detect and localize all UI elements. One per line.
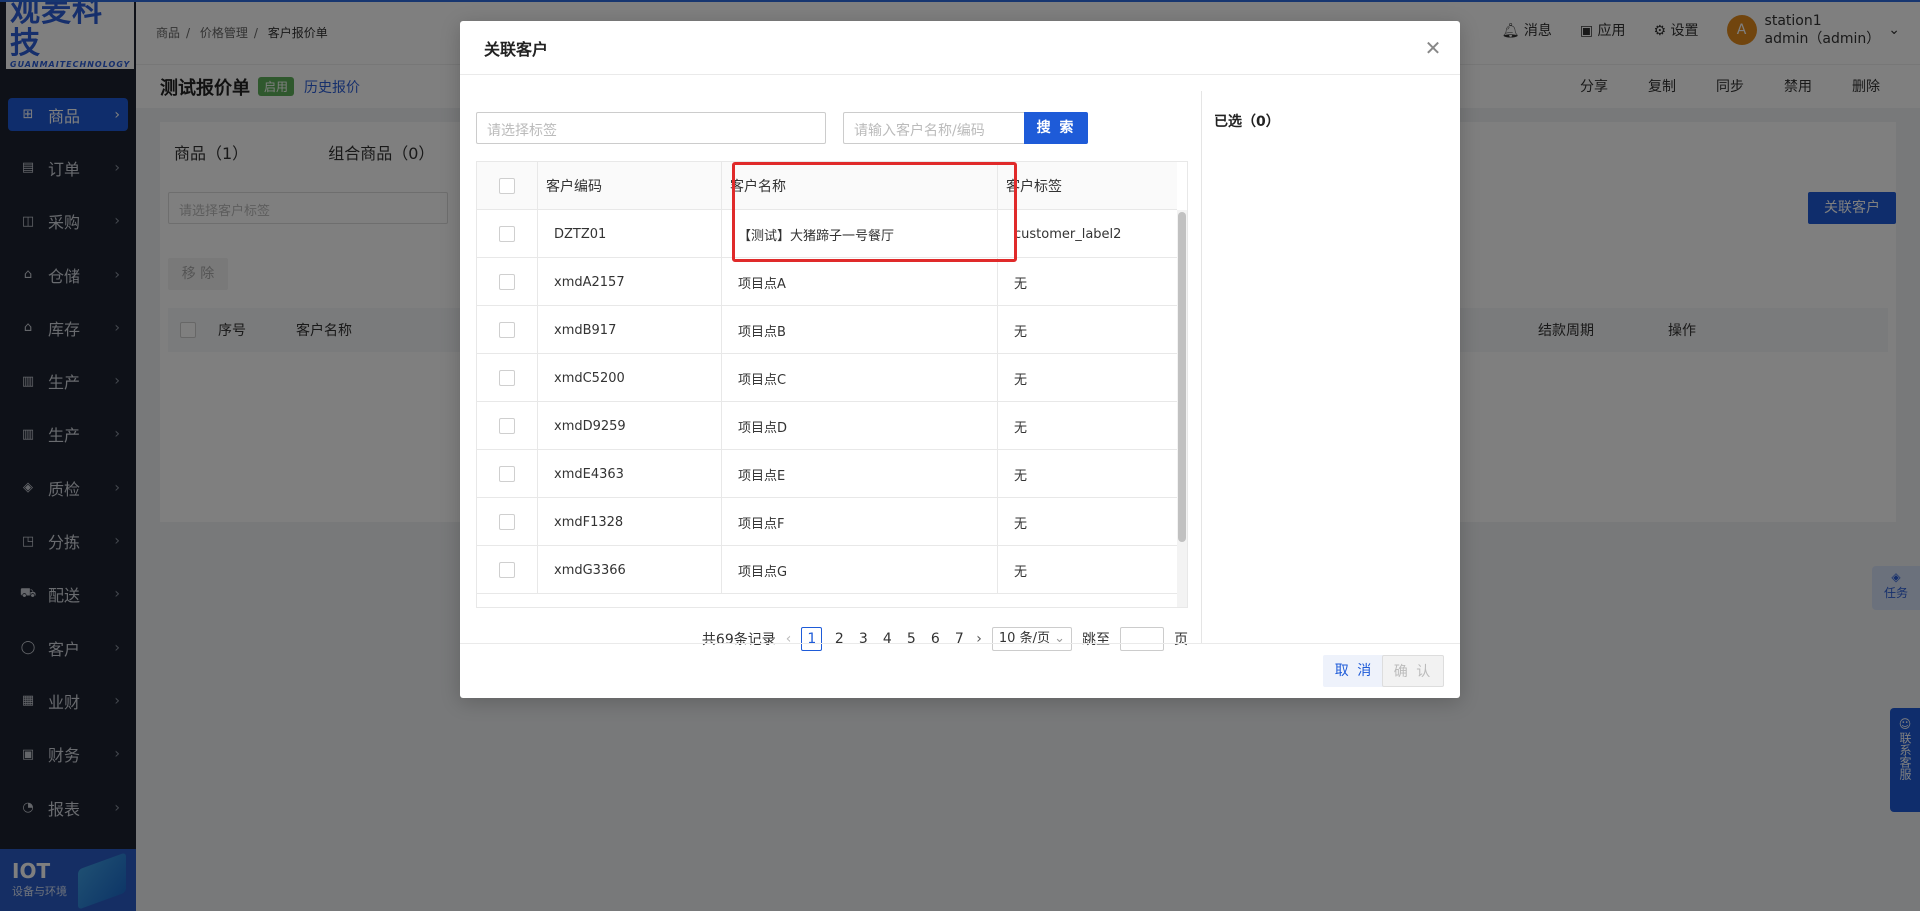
row-checkbox[interactable] xyxy=(499,274,515,290)
table-row[interactable]: xmdA2157 项目点A 无 xyxy=(477,258,1177,306)
modal-footer: 取 消 确 认 xyxy=(460,643,1460,698)
customer-name: 项目点A xyxy=(722,258,998,306)
row-checkbox[interactable] xyxy=(499,562,515,578)
table-row[interactable]: xmdC5200 项目点C 无 xyxy=(477,354,1177,402)
row-checkbox-cell xyxy=(477,258,538,306)
customer-tag: 无 xyxy=(1014,276,1028,292)
header-name: 客户名称 xyxy=(722,162,998,210)
select-all-checkbox[interactable] xyxy=(499,178,515,194)
row-checkbox-cell xyxy=(477,402,538,450)
close-icon[interactable]: ✕ xyxy=(1422,37,1444,59)
customer-code: xmdG3366 xyxy=(538,546,722,594)
customer-name: 项目点C xyxy=(722,354,998,402)
selected-pane: 已选（0） xyxy=(1201,91,1460,643)
table-header-row: 客户编码 客户名称 客户标签 xyxy=(477,162,1177,210)
row-checkbox[interactable] xyxy=(499,466,515,482)
row-checkbox-cell xyxy=(477,210,538,258)
customer-code: xmdC5200 xyxy=(538,354,722,402)
table-row[interactable]: xmdF1328 项目点F 无 xyxy=(477,498,1177,546)
customer-code: xmdD9259 xyxy=(538,402,722,450)
customer-tag: 无 xyxy=(1014,516,1028,532)
table-row[interactable]: xmdE4363 项目点E 无 xyxy=(477,450,1177,498)
row-checkbox[interactable] xyxy=(499,322,515,338)
customer-name: 项目点G xyxy=(722,546,998,594)
customer-tag: 无 xyxy=(1014,420,1028,436)
row-checkbox-cell xyxy=(477,450,538,498)
modal-title: 关联客户 xyxy=(484,39,549,59)
row-checkbox[interactable] xyxy=(499,514,515,530)
table-row[interactable]: DZTZ01 【测试】大猪蹄子一号餐厅 customer_label2 xyxy=(477,210,1177,258)
header-tag: 客户标签 xyxy=(1006,179,1062,195)
cancel-button[interactable]: 取 消 xyxy=(1323,655,1385,687)
table-row[interactable]: xmdB917 项目点B 无 xyxy=(477,306,1177,354)
row-checkbox[interactable] xyxy=(499,418,515,434)
customer-list-pane: 请选择标签 请输入客户名称/编码 搜 索 客户编码 客户名称 客户标签 DZTZ… xyxy=(476,91,1188,651)
selected-count: 已选（0） xyxy=(1214,114,1280,130)
relate-customer-modal: 关联客户 ✕ 请选择标签 请输入客户名称/编码 搜 索 客户编码 客户名称 客户… xyxy=(460,21,1460,698)
customer-tag: customer_label2 xyxy=(1014,226,1122,242)
customer-tag: 无 xyxy=(1014,468,1028,484)
customer-tag: 无 xyxy=(1014,372,1028,388)
customer-code: xmdA2157 xyxy=(538,258,722,306)
search-input[interactable]: 请输入客户名称/编码 xyxy=(843,112,1025,144)
tag-filter-select[interactable]: 请选择标签 xyxy=(476,112,826,144)
customer-tag: 无 xyxy=(1014,564,1028,580)
customer-table: 客户编码 客户名称 客户标签 DZTZ01 【测试】大猪蹄子一号餐厅 custome… xyxy=(476,161,1188,608)
customer-code: xmdB917 xyxy=(538,306,722,354)
row-checkbox-cell xyxy=(477,306,538,354)
customer-name: 【测试】大猪蹄子一号餐厅 xyxy=(722,210,998,258)
customer-name: 项目点E xyxy=(722,450,998,498)
customer-code: DZTZ01 xyxy=(538,210,722,258)
customer-tag: 无 xyxy=(1014,324,1028,340)
table-row[interactable]: xmdD9259 项目点D 无 xyxy=(477,402,1177,450)
customer-name: 项目点D xyxy=(722,402,998,450)
customer-code: xmdF1328 xyxy=(538,498,722,546)
customer-name: 项目点F xyxy=(722,498,998,546)
confirm-button[interactable]: 确 认 xyxy=(1382,655,1444,687)
search-button[interactable]: 搜 索 xyxy=(1024,112,1088,144)
row-checkbox-cell xyxy=(477,498,538,546)
table-row[interactable]: xmdG3366 项目点G 无 xyxy=(477,546,1177,594)
row-checkbox[interactable] xyxy=(499,370,515,386)
header-checkbox-cell xyxy=(477,162,538,210)
customer-code: xmdE4363 xyxy=(538,450,722,498)
row-checkbox[interactable] xyxy=(499,226,515,242)
row-checkbox-cell xyxy=(477,546,538,594)
modal-header: 关联客户 xyxy=(460,21,1460,75)
row-checkbox-cell xyxy=(477,354,538,402)
table-scrollbar-thumb[interactable] xyxy=(1178,212,1186,542)
header-code: 客户编码 xyxy=(538,162,722,210)
customer-name: 项目点B xyxy=(722,306,998,354)
